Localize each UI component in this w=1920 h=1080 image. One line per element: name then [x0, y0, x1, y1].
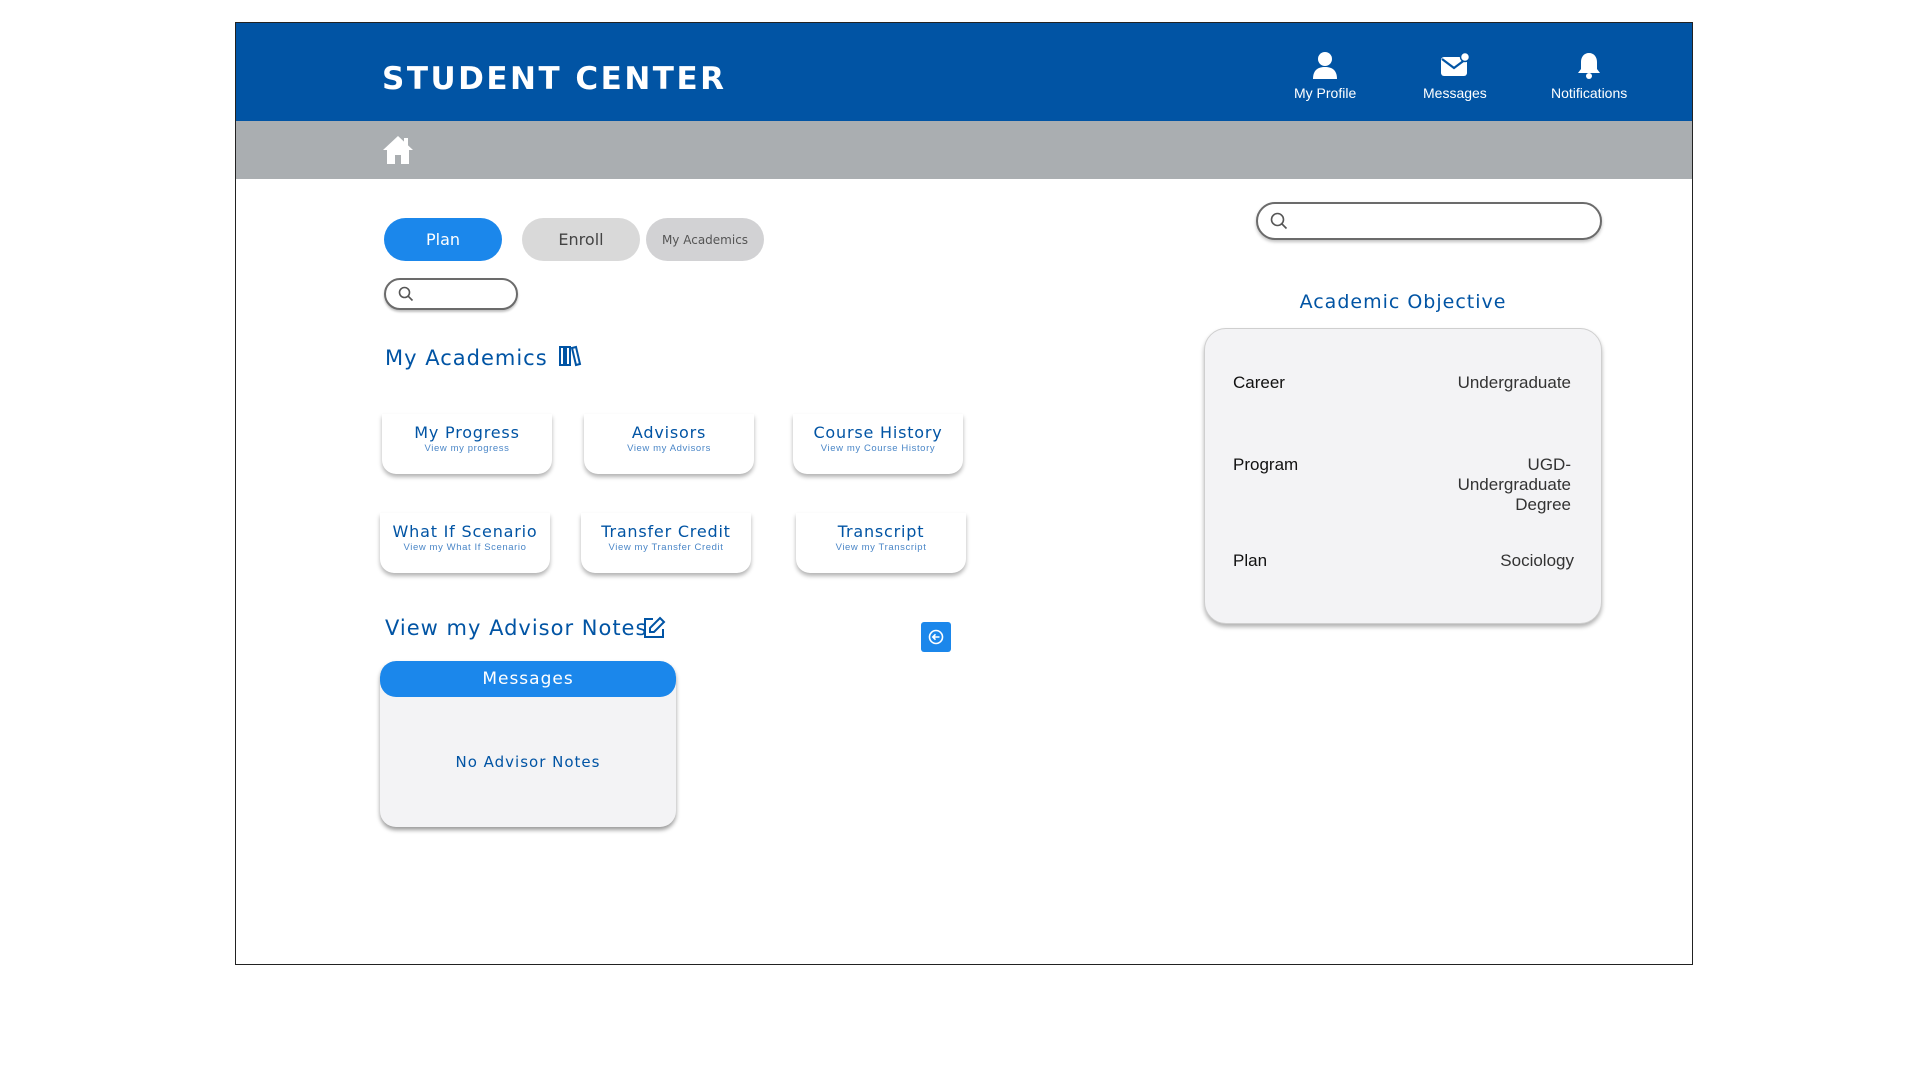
- tab-plan[interactable]: Plan: [384, 218, 502, 261]
- tab-enroll[interactable]: Enroll: [522, 218, 640, 261]
- card-title: Course History: [813, 423, 943, 442]
- nav-my-profile[interactable]: My Profile: [1294, 51, 1356, 101]
- card-title: Advisors: [631, 423, 707, 442]
- card-transfer-credit[interactable]: Transfer Credit View my Transfer Credit: [581, 513, 751, 573]
- card-subtitle: View my Advisors: [627, 443, 711, 454]
- plan-value: Sociology: [1500, 551, 1574, 570]
- user-icon: [1313, 52, 1338, 79]
- program-value: UGD- Undergraduate Degree: [1457, 455, 1571, 514]
- card-title: Transcript: [837, 522, 925, 541]
- back-button[interactable]: [921, 622, 951, 652]
- nav-notifications[interactable]: Notifications: [1551, 51, 1627, 101]
- card-title: My Progress: [414, 423, 520, 442]
- nav-label: Notifications: [1551, 85, 1628, 101]
- breadcrumb-bar: [236, 121, 1692, 179]
- advisor-notes-heading: View my Advisor Notes: [385, 616, 648, 640]
- plan-label: Plan: [1233, 551, 1268, 570]
- card-my-progress[interactable]: My Progress View my progress: [382, 414, 552, 474]
- card-advisors[interactable]: Advisors View my Advisors: [584, 414, 754, 474]
- card-title: Transfer Credit: [601, 522, 731, 541]
- nav-label: Messages: [1423, 85, 1487, 101]
- academic-objective-heading: Academic Objective: [1299, 291, 1507, 313]
- library-icon: [559, 345, 582, 367]
- search-input-small[interactable]: [422, 282, 506, 308]
- card-course-history[interactable]: Course History View my Course History: [793, 414, 963, 474]
- program-label: Program: [1233, 455, 1299, 474]
- tab-my-academics[interactable]: My Academics: [646, 218, 764, 261]
- nav-messages[interactable]: Messages: [1423, 51, 1487, 101]
- bell-icon: [1578, 53, 1601, 79]
- search-box-small: [384, 278, 518, 310]
- edit-icon[interactable]: [642, 616, 666, 640]
- mail-icon: [1440, 51, 1470, 76]
- card-subtitle: View my progress: [424, 443, 510, 454]
- card-transcript[interactable]: Transcript View my Transcript: [796, 513, 966, 573]
- messages-header: Messages: [380, 661, 676, 697]
- card-title: What If Scenario: [392, 522, 538, 541]
- app-title: STUDENT CENTER: [382, 61, 727, 97]
- top-bar: STUDENT CENTER My Profile Messages Notif…: [236, 23, 1692, 121]
- card-subtitle: View my What If Scenario: [403, 542, 527, 553]
- home-icon[interactable]: [382, 134, 414, 166]
- career-label: Career: [1233, 373, 1285, 392]
- card-subtitle: View my Transfer Credit: [608, 542, 724, 553]
- arrow-left-circle-icon: [928, 629, 944, 645]
- academic-objective-panel: Career Undergraduate Program UGD- Underg…: [1204, 328, 1602, 624]
- nav-label: My Profile: [1294, 85, 1357, 101]
- card-subtitle: View my Course History: [820, 443, 936, 454]
- app-window: STUDENT CENTER My Profile Messages Notif…: [235, 22, 1693, 965]
- search-icon: [398, 286, 414, 302]
- my-academics-heading: My Academics: [385, 346, 548, 370]
- card-what-if-scenario[interactable]: What If Scenario View my What If Scenari…: [380, 513, 550, 573]
- advisor-notes-panel: Messages No Advisor Notes: [380, 661, 676, 827]
- empty-state-text: No Advisor Notes: [455, 753, 601, 771]
- career-value: Undergraduate: [1457, 373, 1571, 392]
- card-subtitle: View my Transcript: [835, 542, 927, 553]
- search-icon: [1270, 212, 1288, 230]
- search-input-large[interactable]: [1294, 206, 1590, 238]
- search-box-large: [1256, 202, 1602, 240]
